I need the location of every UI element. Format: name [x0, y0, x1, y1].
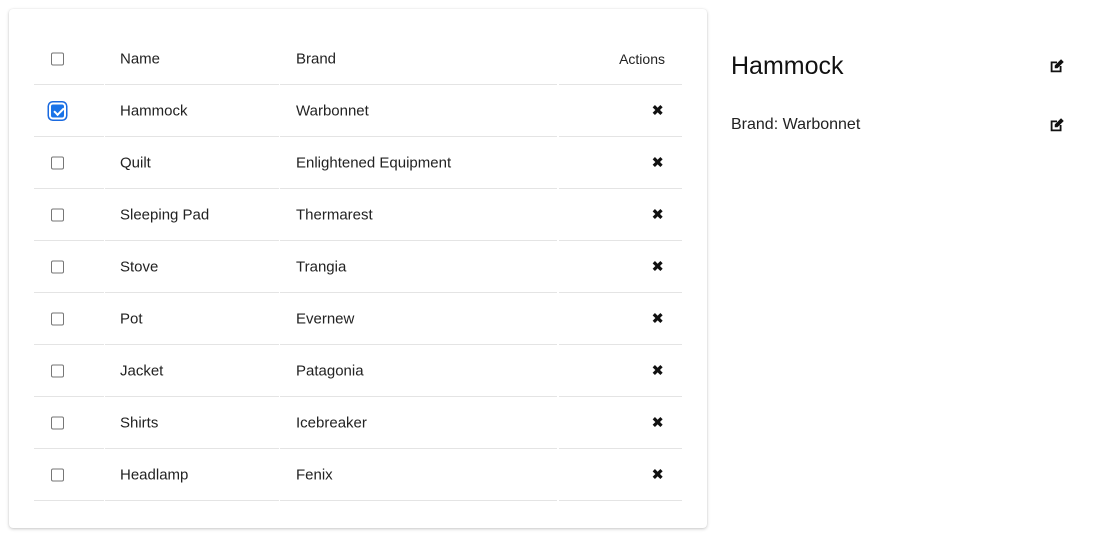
- column-header-actions: Actions: [619, 50, 665, 67]
- row-checkbox[interactable]: [51, 416, 64, 429]
- row-checkbox[interactable]: [51, 104, 64, 117]
- row-brand: Thermarest: [296, 206, 373, 223]
- column-header-name[interactable]: Name: [120, 50, 160, 67]
- detail-brand: Brand: Warbonnet: [731, 116, 861, 133]
- delete-x-icon[interactable]: ✖: [651, 207, 664, 222]
- row-name: Sleeping Pad: [120, 206, 210, 223]
- row-name: Jacket: [120, 362, 164, 379]
- column-header-brand[interactable]: Brand: [296, 50, 336, 67]
- table-row[interactable]: Stove Trangia ✖: [34, 241, 682, 293]
- row-checkbox[interactable]: [51, 260, 64, 273]
- row-checkbox[interactable]: [51, 156, 64, 169]
- delete-x-icon[interactable]: ✖: [651, 363, 664, 378]
- row-brand: Trangia: [296, 258, 347, 275]
- delete-x-icon[interactable]: ✖: [651, 155, 664, 170]
- row-brand: Enlightened Equipment: [296, 154, 452, 171]
- delete-x-icon[interactable]: ✖: [651, 415, 664, 430]
- row-brand: Patagonia: [296, 362, 364, 379]
- table-row[interactable]: Jacket Patagonia ✖: [34, 345, 682, 397]
- table-row[interactable]: Sleeping Pad Thermarest ✖: [34, 189, 682, 241]
- row-name: Headlamp: [120, 466, 189, 483]
- row-checkbox[interactable]: [51, 468, 64, 481]
- select-all-checkbox[interactable]: [51, 52, 64, 65]
- items-table-card: Name Brand Actions Hammock Warbonnet ✖ Quil…: [9, 9, 707, 528]
- table-row[interactable]: Hammock Warbonnet ✖: [34, 85, 682, 137]
- delete-x-icon[interactable]: ✖: [651, 467, 664, 482]
- row-checkbox[interactable]: [51, 312, 64, 325]
- row-brand: Evernew: [296, 310, 355, 327]
- row-name: Hammock: [120, 102, 188, 119]
- edit-brand-icon[interactable]: [1048, 116, 1066, 134]
- row-checkbox[interactable]: [51, 208, 64, 221]
- edit-title-icon[interactable]: [1048, 57, 1066, 75]
- table-header-row: Name Brand Actions: [34, 33, 682, 85]
- row-name: Quilt: [120, 154, 151, 171]
- table-row[interactable]: Quilt Enlightened Equipment ✖: [34, 137, 682, 189]
- row-name: Pot: [120, 310, 143, 327]
- row-brand: Warbonnet: [296, 102, 369, 119]
- row-checkbox[interactable]: [51, 364, 64, 377]
- table-row[interactable]: Shirts Icebreaker ✖: [34, 397, 682, 449]
- detail-title: Hammock: [731, 52, 844, 80]
- row-name: Stove: [120, 258, 159, 275]
- row-name: Shirts: [120, 414, 159, 431]
- delete-x-icon[interactable]: ✖: [651, 103, 664, 118]
- delete-x-icon[interactable]: ✖: [651, 311, 664, 326]
- row-brand: Icebreaker: [296, 414, 367, 431]
- table-row[interactable]: Headlamp Fenix ✖: [34, 449, 682, 501]
- delete-x-icon[interactable]: ✖: [651, 259, 664, 274]
- row-brand: Fenix: [296, 466, 333, 483]
- table-row[interactable]: Pot Evernew ✖: [34, 293, 682, 345]
